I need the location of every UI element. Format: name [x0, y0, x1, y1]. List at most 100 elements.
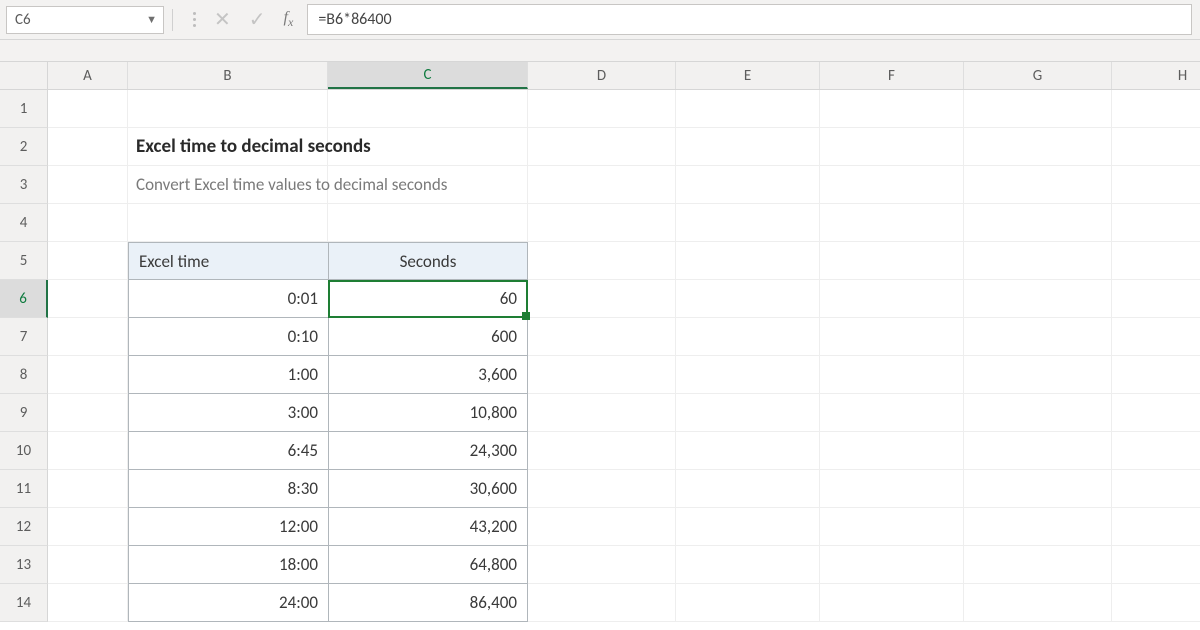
cell-a9[interactable]: [48, 394, 128, 432]
cell-h7[interactable]: [1112, 318, 1200, 356]
cell-b2[interactable]: Excel time to decimal seconds: [128, 128, 328, 166]
cell-h12[interactable]: [1112, 508, 1200, 546]
cell-g1[interactable]: [964, 90, 1112, 128]
name-box[interactable]: C6 ▼: [6, 6, 164, 34]
cell-e10[interactable]: [676, 432, 820, 470]
row-header-12[interactable]: 12: [0, 508, 48, 546]
row-header-2[interactable]: 2: [0, 128, 48, 166]
cell-h10[interactable]: [1112, 432, 1200, 470]
row-header-9[interactable]: 9: [0, 394, 48, 432]
cell-c11[interactable]: 30,600: [328, 470, 528, 508]
cell-d10[interactable]: [528, 432, 676, 470]
cell-f5[interactable]: [820, 242, 964, 280]
cell-f1[interactable]: [820, 90, 964, 128]
cell-a12[interactable]: [48, 508, 128, 546]
cell-e9[interactable]: [676, 394, 820, 432]
col-header-d[interactable]: D: [528, 62, 676, 89]
row-header-10[interactable]: 10: [0, 432, 48, 470]
cell-e3[interactable]: [676, 166, 820, 204]
cell-d9[interactable]: [528, 394, 676, 432]
cell-e14[interactable]: [676, 584, 820, 622]
cell-c12[interactable]: 43,200: [328, 508, 528, 546]
col-header-b[interactable]: B: [128, 62, 328, 89]
cell-b5[interactable]: Excel time: [128, 242, 328, 280]
col-header-c[interactable]: C: [328, 62, 528, 89]
cell-d12[interactable]: [528, 508, 676, 546]
cell-g4[interactable]: [964, 204, 1112, 242]
row-header-4[interactable]: 4: [0, 204, 48, 242]
cell-f4[interactable]: [820, 204, 964, 242]
cell-a7[interactable]: [48, 318, 128, 356]
cell-c9[interactable]: 10,800: [328, 394, 528, 432]
cell-b8[interactable]: 1:00: [128, 356, 328, 394]
cell-h5[interactable]: [1112, 242, 1200, 280]
cell-c1[interactable]: [328, 90, 528, 128]
cell-f2[interactable]: [820, 128, 964, 166]
cell-d6[interactable]: [528, 280, 676, 318]
cell-f7[interactable]: [820, 318, 964, 356]
cell-a4[interactable]: [48, 204, 128, 242]
col-header-f[interactable]: F: [820, 62, 964, 89]
cell-e2[interactable]: [676, 128, 820, 166]
cell-f12[interactable]: [820, 508, 964, 546]
cell-d11[interactable]: [528, 470, 676, 508]
cell-b14[interactable]: 24:00: [128, 584, 328, 622]
cell-f14[interactable]: [820, 584, 964, 622]
cell-e12[interactable]: [676, 508, 820, 546]
cell-a1[interactable]: [48, 90, 128, 128]
cell-b11[interactable]: 8:30: [128, 470, 328, 508]
formula-input[interactable]: =B6*86400: [307, 4, 1192, 35]
row-header-7[interactable]: 7: [0, 318, 48, 356]
row-header-1[interactable]: 1: [0, 90, 48, 128]
cell-h13[interactable]: [1112, 546, 1200, 584]
cell-e6[interactable]: [676, 280, 820, 318]
row-header-13[interactable]: 13: [0, 546, 48, 584]
cell-d2[interactable]: [528, 128, 676, 166]
cell-g9[interactable]: [964, 394, 1112, 432]
cell-d13[interactable]: [528, 546, 676, 584]
cell-h2[interactable]: [1112, 128, 1200, 166]
cell-e8[interactable]: [676, 356, 820, 394]
cell-h9[interactable]: [1112, 394, 1200, 432]
cell-c14[interactable]: 86,400: [328, 584, 528, 622]
cell-d4[interactable]: [528, 204, 676, 242]
cell-a5[interactable]: [48, 242, 128, 280]
cell-d14[interactable]: [528, 584, 676, 622]
cell-g12[interactable]: [964, 508, 1112, 546]
cell-f10[interactable]: [820, 432, 964, 470]
cell-e4[interactable]: [676, 204, 820, 242]
cell-h4[interactable]: [1112, 204, 1200, 242]
cell-h3[interactable]: [1112, 166, 1200, 204]
cell-d5[interactable]: [528, 242, 676, 280]
cell-d8[interactable]: [528, 356, 676, 394]
cell-c8[interactable]: 3,600: [328, 356, 528, 394]
cell-b13[interactable]: 18:00: [128, 546, 328, 584]
cell-b9[interactable]: 3:00: [128, 394, 328, 432]
cell-e11[interactable]: [676, 470, 820, 508]
col-header-e[interactable]: E: [676, 62, 820, 89]
cell-a14[interactable]: [48, 584, 128, 622]
cell-e5[interactable]: [676, 242, 820, 280]
cell-g7[interactable]: [964, 318, 1112, 356]
cell-g3[interactable]: [964, 166, 1112, 204]
cell-d3[interactable]: [528, 166, 676, 204]
cell-g10[interactable]: [964, 432, 1112, 470]
chevron-down-icon[interactable]: ▼: [146, 13, 157, 26]
cell-a13[interactable]: [48, 546, 128, 584]
cell-c6[interactable]: 60: [328, 280, 528, 318]
cell-a8[interactable]: [48, 356, 128, 394]
cell-b4[interactable]: [128, 204, 328, 242]
cell-h6[interactable]: [1112, 280, 1200, 318]
col-header-a[interactable]: A: [48, 62, 128, 89]
col-header-h[interactable]: H: [1112, 62, 1200, 89]
cell-a3[interactable]: [48, 166, 128, 204]
cell-f6[interactable]: [820, 280, 964, 318]
cell-e1[interactable]: [676, 90, 820, 128]
cell-f13[interactable]: [820, 546, 964, 584]
cell-c4[interactable]: [328, 204, 528, 242]
row-header-5[interactable]: 5: [0, 242, 48, 280]
cell-b6[interactable]: 0:01: [128, 280, 328, 318]
more-icon[interactable]: [193, 12, 196, 27]
cell-g8[interactable]: [964, 356, 1112, 394]
row-header-6[interactable]: 6: [0, 280, 48, 318]
